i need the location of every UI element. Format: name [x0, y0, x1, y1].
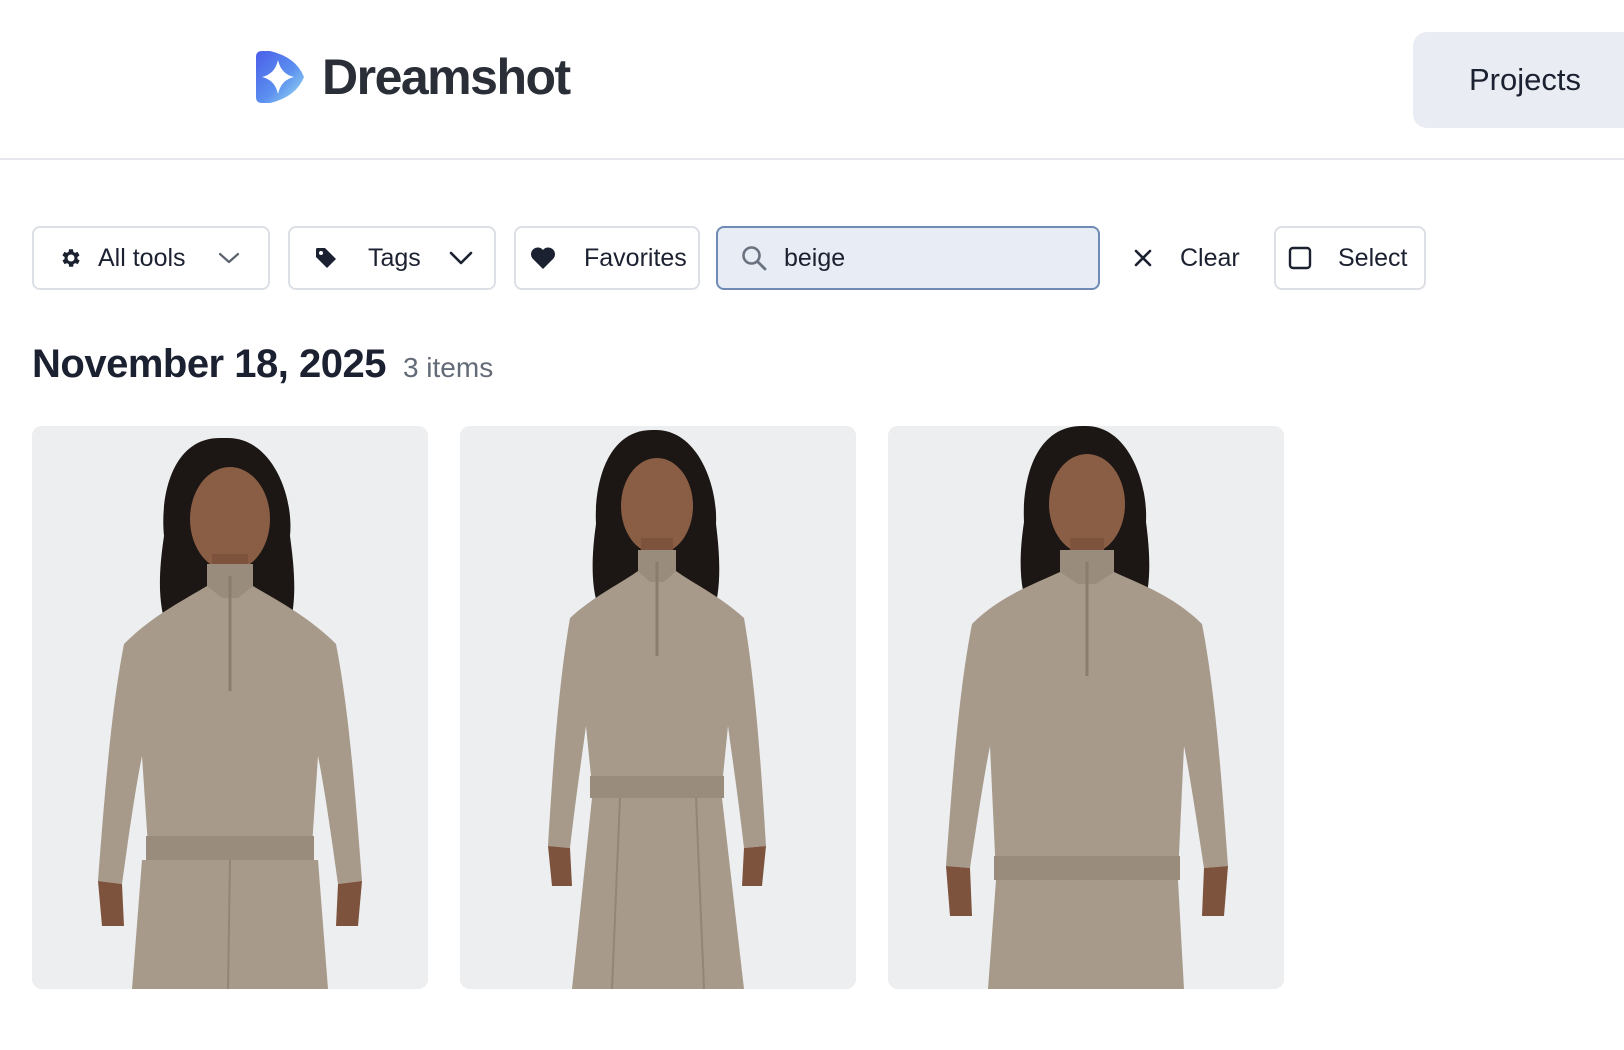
- chevron-down-icon: [218, 252, 239, 264]
- gallery-image-card[interactable]: [460, 426, 856, 989]
- search-icon: [742, 246, 767, 271]
- select-button[interactable]: Select: [1274, 226, 1426, 290]
- favorites-label: Favorites: [584, 243, 687, 272]
- favorites-button[interactable]: Favorites: [514, 226, 700, 290]
- sparkle-star-logo-icon: [256, 51, 304, 103]
- item-count: 3 items: [402, 352, 494, 383]
- tags-label: Tags: [368, 243, 421, 272]
- all-tools-dropdown[interactable]: All tools: [32, 226, 270, 290]
- search-input[interactable]: beige: [784, 244, 845, 273]
- date-group-header: November 18, 2025 3 items: [32, 342, 493, 387]
- tags-dropdown[interactable]: Tags: [288, 226, 496, 290]
- brand-logo[interactable]: Dreamshot: [256, 48, 571, 106]
- tag-icon: [316, 248, 336, 268]
- brand-name: Dreamshot: [322, 49, 571, 105]
- search-field[interactable]: beige: [716, 226, 1100, 290]
- app-header: Dreamshot Projects: [0, 0, 1624, 160]
- clear-button[interactable]: Clear: [1134, 226, 1240, 290]
- gallery-image-card[interactable]: [888, 426, 1284, 989]
- all-tools-label: All tools: [98, 243, 186, 272]
- projects-button[interactable]: Projects: [1413, 32, 1624, 128]
- clear-label: Clear: [1180, 243, 1240, 272]
- heart-icon: [530, 247, 556, 269]
- chevron-down-icon: [449, 251, 473, 265]
- date-group-title: November 18, 2025: [32, 342, 386, 386]
- gallery-image-card[interactable]: [32, 426, 428, 989]
- model-photo: [460, 426, 856, 989]
- select-label: Select: [1338, 243, 1408, 272]
- model-photo: [32, 426, 428, 989]
- gear-icon: [62, 249, 80, 267]
- model-photo: [888, 426, 1284, 989]
- checkbox-icon: [1288, 246, 1312, 270]
- close-icon: [1134, 249, 1152, 267]
